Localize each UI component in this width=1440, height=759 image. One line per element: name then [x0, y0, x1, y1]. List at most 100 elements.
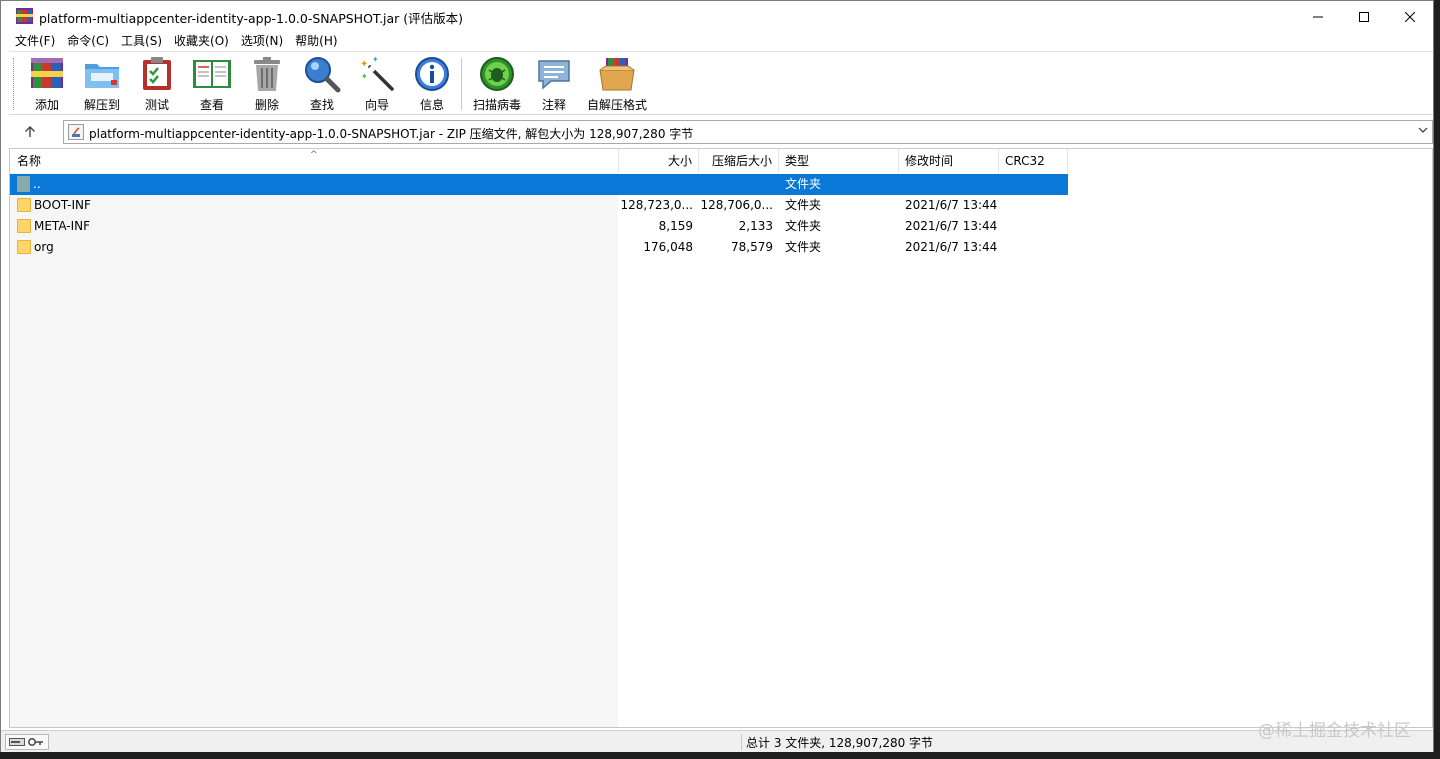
- row-modified: 2021/6/7 13:44: [905, 240, 998, 254]
- row-modified: 2021/6/7 13:44: [905, 219, 998, 233]
- find-button[interactable]: 查找: [294, 55, 350, 113]
- row-size: [619, 174, 693, 195]
- row-packed: 78,579: [731, 240, 773, 254]
- view-icon: [193, 60, 231, 88]
- minimize-icon: [1313, 16, 1323, 17]
- minimize-button[interactable]: [1295, 1, 1341, 32]
- close-icon: [1405, 11, 1415, 22]
- winrar-window: platform-multiappcenter-identity-app-1.0…: [0, 0, 1434, 752]
- column-header-packed-label: 压缩后大小: [711, 154, 772, 168]
- menu-bar: 文件(F) 命令(C) 工具(S) 收藏夹(O) 选项(N) 帮助(H): [1, 32, 1433, 51]
- comment-icon: [538, 60, 570, 90]
- title-bar: platform-multiappcenter-identity-app-1.0…: [1, 1, 1433, 32]
- sfx-icon: [599, 58, 635, 91]
- watermark-text: @稀土掘金技术社区: [1258, 721, 1411, 741]
- menu-tools[interactable]: 工具(S): [115, 32, 168, 51]
- wizard-icon: ✦ ✦ ✦: [360, 55, 394, 91]
- toolbar-grip[interactable]: [13, 58, 16, 110]
- up-one-level-button[interactable]: [19, 122, 41, 142]
- address-combobox[interactable]: platform-multiappcenter-identity-app-1.0…: [63, 120, 1433, 144]
- virus-scan-label: 扫描病毒: [472, 98, 521, 112]
- jar-file-icon: [68, 124, 84, 140]
- comment-button[interactable]: 注释: [526, 55, 582, 113]
- view-button[interactable]: 查看: [184, 55, 240, 113]
- test-icon: [143, 57, 171, 90]
- row-size: 8,159: [658, 219, 693, 233]
- column-header-size[interactable]: 大小: [619, 149, 699, 173]
- maximize-icon: [1359, 11, 1369, 22]
- virus-scan-button[interactable]: 扫描病毒: [469, 55, 525, 113]
- delete-button[interactable]: 删除: [239, 55, 295, 113]
- close-button[interactable]: [1387, 1, 1433, 32]
- column-header-size-label: 大小: [667, 154, 692, 168]
- window-title: platform-multiappcenter-identity-app-1.0…: [39, 11, 464, 26]
- row-size: 128,723,0...: [620, 198, 693, 212]
- status-summary: 总计 3 文件夹, 128,907,280 字节: [746, 736, 934, 750]
- column-header-modified[interactable]: 修改时间: [899, 149, 999, 173]
- extract-to-label: 解压到: [83, 98, 120, 112]
- row-type: 文件夹: [785, 177, 822, 191]
- maximize-button[interactable]: [1341, 1, 1387, 32]
- table-row[interactable]: .. 文件夹: [10, 174, 1068, 195]
- toolbar: 添加 解压到 测试 查看 删除 查找 ✦ ✦ ✦ 向导 信息 扫描病毒 注释 自…: [9, 51, 1433, 115]
- menu-help[interactable]: 帮助(H): [289, 32, 343, 51]
- chevron-down-icon[interactable]: [1418, 126, 1428, 137]
- winrar-app-icon: [16, 8, 33, 24]
- table-row[interactable]: org 176,048 78,579 文件夹 2021/6/7 13:44: [10, 237, 1068, 258]
- sfx-button[interactable]: 自解压格式: [587, 55, 647, 113]
- column-header-modified-label: 修改时间: [905, 154, 954, 168]
- svg-text:✦: ✦: [360, 59, 368, 70]
- menu-options[interactable]: 选项(N): [235, 32, 289, 51]
- svg-text:✦: ✦: [361, 72, 368, 81]
- column-header-name[interactable]: 名称 ^: [10, 149, 619, 173]
- status-bar: 总计 3 文件夹, 128,907,280 字节: [1, 730, 1433, 752]
- address-row: platform-multiappcenter-identity-app-1.0…: [9, 118, 1433, 146]
- row-name: org: [34, 240, 54, 254]
- menu-commands[interactable]: 命令(C): [61, 32, 115, 51]
- find-label: 查找: [309, 98, 334, 112]
- column-header-crc[interactable]: CRC32: [999, 149, 1068, 173]
- column-header-crc-label: CRC32: [1005, 154, 1045, 168]
- column-header-packed[interactable]: 压缩后大小: [699, 149, 779, 173]
- find-icon: [305, 57, 341, 93]
- row-type: 文件夹: [785, 219, 822, 233]
- file-list: 名称 ^ 大小 压缩后大小 类型 修改时间 CRC32 .. 文件夹 BOOT-…: [9, 148, 1433, 728]
- folder-icon: [17, 198, 31, 212]
- table-row[interactable]: META-INF 8,159 2,133 文件夹 2021/6/7 13:44: [10, 216, 1068, 237]
- drive-icon: [9, 738, 25, 746]
- test-label: 测试: [144, 98, 169, 112]
- table-row[interactable]: BOOT-INF 128,723,0... 128,706,0... 文件夹 2…: [10, 195, 1068, 216]
- row-name: BOOT-INF: [34, 198, 91, 212]
- view-label: 查看: [199, 98, 224, 112]
- row-packed: 128,706,0...: [700, 198, 773, 212]
- row-size: 176,048: [643, 240, 693, 254]
- add-button[interactable]: 添加: [19, 55, 75, 113]
- key-icon: [28, 738, 43, 746]
- arrow-up-icon: [25, 126, 35, 137]
- status-icon-group[interactable]: [5, 734, 49, 750]
- menu-file[interactable]: 文件(F): [9, 32, 61, 51]
- row-packed: 2,133: [738, 219, 773, 233]
- row-type: 文件夹: [785, 240, 822, 254]
- virus-scan-icon: [480, 57, 514, 91]
- info-icon: [415, 57, 449, 91]
- svg-text:✦: ✦: [372, 55, 379, 64]
- column-header-type-label: 类型: [785, 154, 810, 168]
- toolbar-separator: [461, 58, 462, 110]
- background-desktop-edge: [1434, 0, 1440, 752]
- comment-label: 注释: [541, 98, 566, 112]
- wizard-label: 向导: [364, 98, 389, 112]
- column-header-type[interactable]: 类型: [779, 149, 899, 173]
- wizard-button[interactable]: ✦ ✦ ✦ 向导: [349, 55, 405, 113]
- sfx-label: 自解压格式: [587, 98, 648, 112]
- extract-to-button[interactable]: 解压到: [74, 55, 130, 113]
- extract-to-icon: [85, 64, 119, 88]
- test-button[interactable]: 测试: [129, 55, 185, 113]
- folder-icon: [17, 219, 31, 233]
- sort-ascending-icon: ^: [310, 150, 318, 160]
- info-button[interactable]: 信息: [404, 55, 460, 113]
- delete-icon: [254, 57, 280, 91]
- menu-favorites[interactable]: 收藏夹(O): [168, 32, 235, 51]
- add-label: 添加: [34, 98, 59, 112]
- up-folder-icon: [17, 176, 30, 192]
